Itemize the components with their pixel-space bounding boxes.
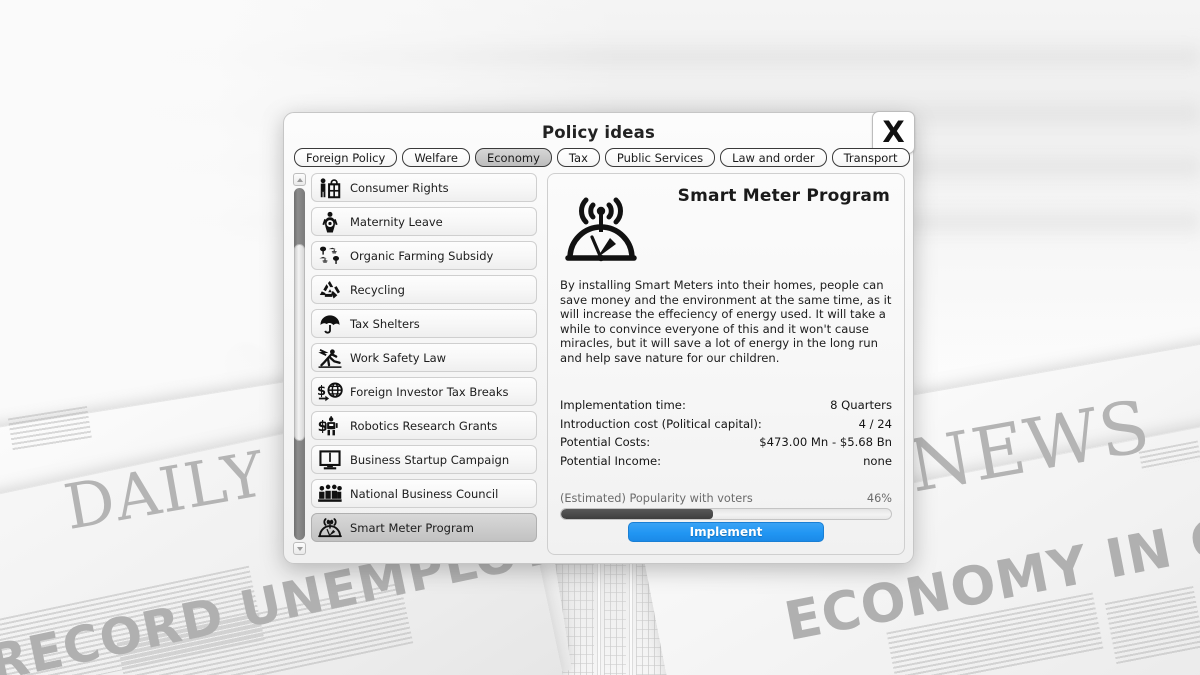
popularity-section: (Estimated) Popularity with voters 46% — [560, 492, 892, 520]
maternity-leave-icon — [316, 210, 344, 234]
scrollbar-thumb[interactable] — [294, 244, 305, 442]
umbrella-icon — [316, 312, 344, 336]
tab-transport[interactable]: Transport — [831, 148, 910, 167]
policy-row-organic-farming-subsidy[interactable]: Organic Farming Subsidy — [311, 241, 537, 270]
dollar-globe-icon: $ — [316, 380, 344, 404]
svg-text:$: $ — [317, 383, 326, 398]
tab-welfare[interactable]: Welfare — [402, 148, 470, 167]
policy-row-foreign-investor-tax-breaks[interactable]: $ Foreign Investor Tax Breaks — [311, 377, 537, 406]
smart-meter-icon — [564, 192, 638, 262]
popularity-progress-bar — [560, 508, 892, 520]
policy-list: Consumer Rights Maternity Leave Organic … — [311, 173, 539, 555]
policy-row-smart-meter-program[interactable]: Smart Meter Program — [311, 513, 537, 542]
monitor-icon — [316, 448, 344, 472]
recycling-icon — [316, 278, 344, 302]
policy-detail-panel: Smart Meter Program By installing Smart … — [547, 173, 905, 555]
stat-value: none — [863, 453, 892, 468]
policy-ideas-dialog: Policy ideas X Foreign Policy Welfare Econ… — [283, 111, 915, 564]
stat-row: Implementation time: 8 Quarters — [560, 396, 892, 415]
policy-row-work-safety-law[interactable]: Work Safety Law — [311, 343, 537, 372]
policy-row-label: Work Safety Law — [350, 350, 447, 365]
scroll-up-arrow-icon[interactable] — [293, 173, 306, 186]
policy-row-label: Maternity Leave — [350, 214, 443, 229]
policy-row-tax-shelters[interactable]: Tax Shelters — [311, 309, 537, 338]
policy-row-label: Organic Farming Subsidy — [350, 248, 494, 263]
smart-meter-icon — [316, 516, 344, 540]
tab-public-services[interactable]: Public Services — [604, 148, 716, 167]
stat-value: 4 / 24 — [858, 416, 892, 431]
stat-row: Potential Income: none — [560, 452, 892, 471]
policy-row-maternity-leave[interactable]: Maternity Leave — [311, 207, 537, 236]
consumer-rights-icon — [316, 176, 344, 200]
people-group-icon — [316, 482, 344, 506]
stat-label: Potential Income: — [560, 453, 662, 468]
organic-farming-icon — [316, 244, 344, 268]
scrollbar-track[interactable] — [294, 188, 305, 540]
tab-law-and-order[interactable]: Law and order — [720, 148, 827, 167]
stat-value: $473.00 Mn - $5.68 Bn — [759, 435, 892, 450]
policy-row-label: Smart Meter Program — [350, 520, 474, 535]
stat-row: Introduction cost (Political capital): 4 … — [560, 415, 892, 434]
implement-button[interactable]: Implement — [628, 522, 824, 542]
policy-row-recycling[interactable]: Recycling — [311, 275, 537, 304]
dollar-robot-icon: $ — [316, 414, 344, 438]
policy-row-label: Consumer Rights — [350, 180, 449, 195]
policy-row-label: Tax Shelters — [350, 316, 420, 331]
policy-row-label: Robotics Research Grants — [350, 418, 498, 433]
policy-row-label: Recycling — [350, 282, 405, 297]
tab-economy[interactable]: Economy — [474, 148, 552, 167]
popularity-label: (Estimated) Popularity with voters — [560, 492, 753, 505]
policy-row-label: National Business Council — [350, 486, 499, 501]
detail-description: By installing Smart Meters into their ho… — [560, 278, 892, 365]
scroll-down-arrow-icon[interactable] — [293, 542, 306, 555]
detail-stats: Implementation time: 8 Quarters Introducti… — [560, 396, 892, 470]
tab-foreign-policy[interactable]: Foreign Policy — [294, 148, 398, 167]
policy-row-label: Foreign Investor Tax Breaks — [350, 384, 509, 399]
policy-row-consumer-rights[interactable]: Consumer Rights — [311, 173, 537, 202]
work-safety-icon — [316, 346, 344, 370]
policy-row-label: Business Startup Campaign — [350, 452, 510, 467]
category-tabs: Foreign Policy Welfare Economy Tax Public Se… — [294, 148, 910, 167]
policy-row-business-startup-campaign[interactable]: Business Startup Campaign — [311, 445, 537, 474]
popularity-value: 46% — [866, 492, 892, 505]
policy-list-scrollbar[interactable] — [292, 173, 307, 555]
stat-label: Introduction cost (Political capital): — [560, 416, 762, 431]
stat-label: Implementation time: — [560, 398, 686, 412]
stat-row: Potential Costs: $473.00 Mn - $5.68 Bn — [560, 433, 892, 452]
stat-label: Potential Costs: — [560, 435, 651, 450]
policy-row-national-business-council[interactable]: National Business Council — [311, 479, 537, 508]
stat-value: 8 Quarters — [830, 398, 892, 412]
policy-row-robotics-research-grants[interactable]: $ Robotics Research Grants — [311, 411, 537, 440]
popularity-progress-fill — [561, 509, 713, 519]
dialog-title: Policy ideas — [541, 123, 656, 142]
dialog-body: Consumer Rights Maternity Leave Organic … — [292, 173, 905, 555]
tab-tax[interactable]: Tax — [556, 148, 600, 167]
